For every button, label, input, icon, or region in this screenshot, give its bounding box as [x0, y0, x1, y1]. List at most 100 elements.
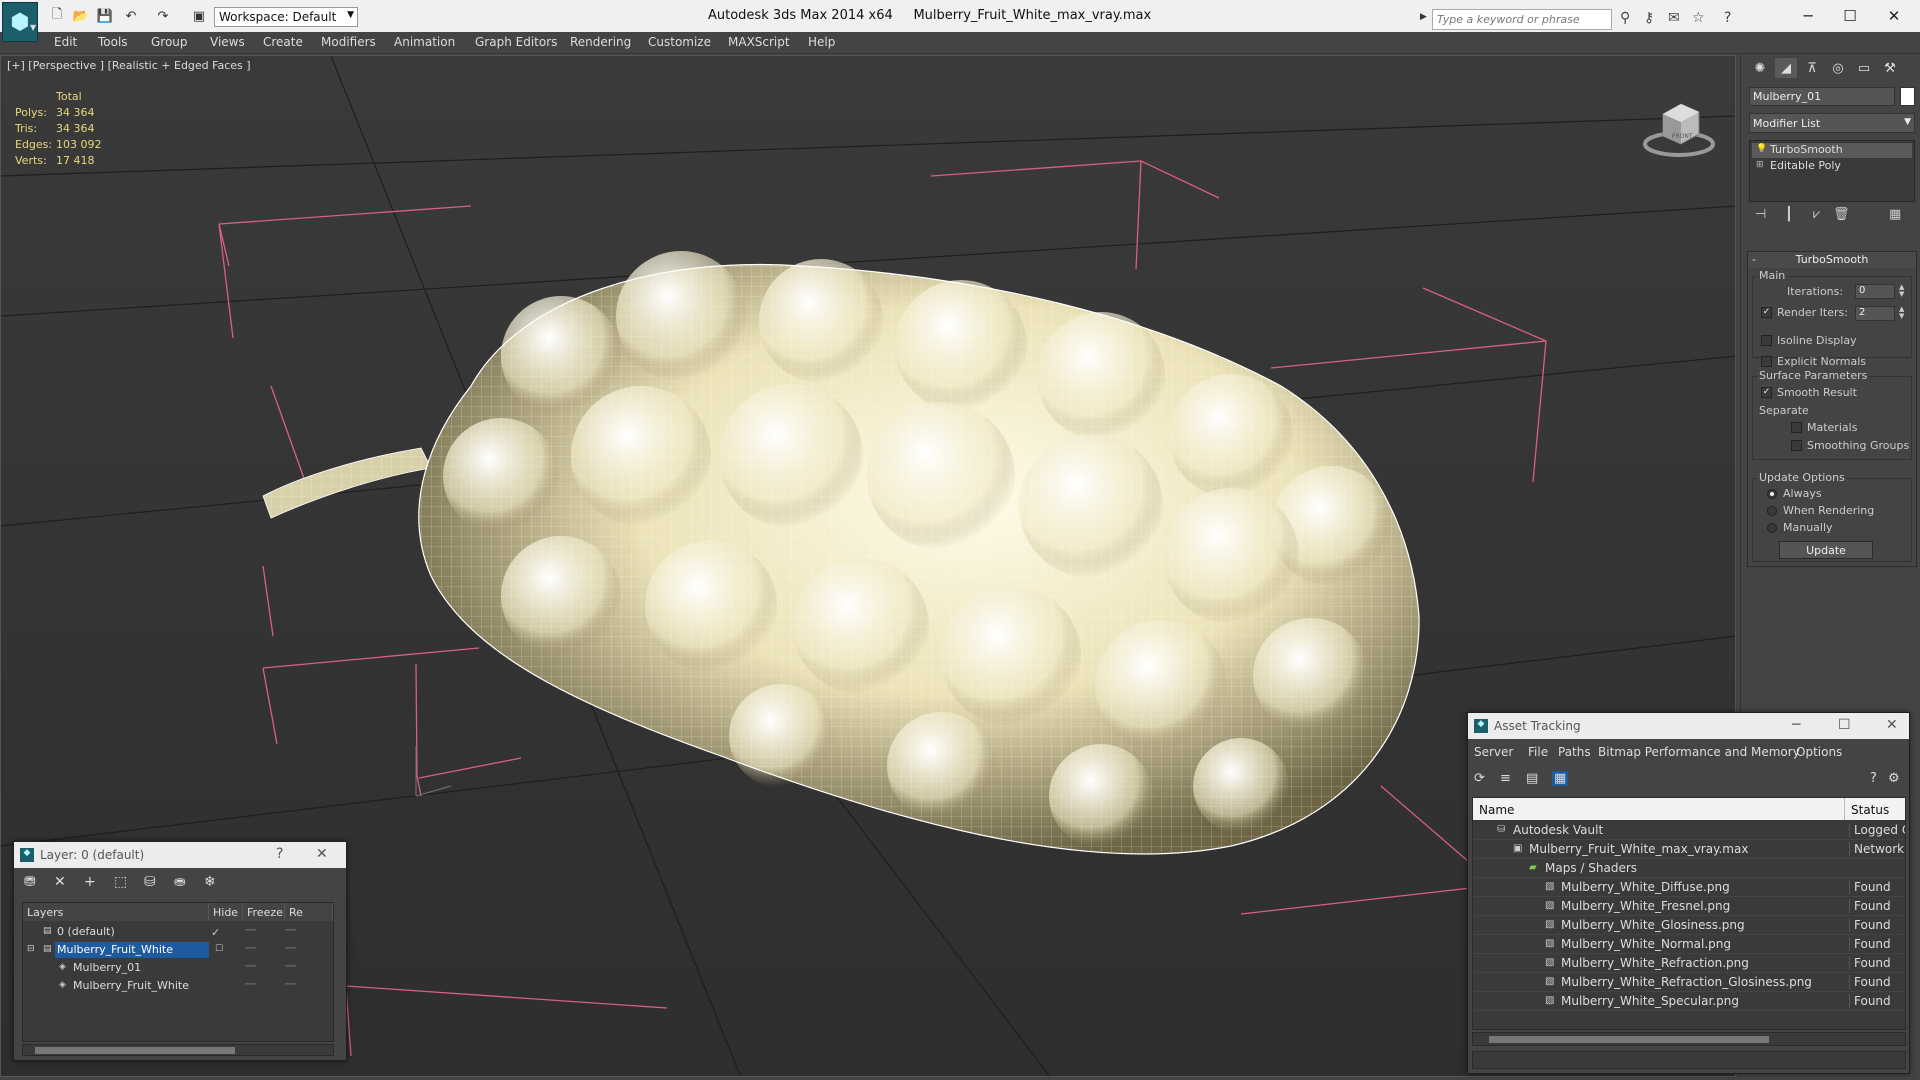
name-column-header[interactable]: Name	[1473, 798, 1845, 820]
spinner-arrows-icon[interactable]: ▲ ▼	[1899, 306, 1904, 320]
display-tab-icon[interactable]: ▭	[1853, 58, 1875, 78]
menu-help[interactable]: Help	[808, 35, 835, 49]
asset-window-titlebar[interactable]: ◆ Asset Tracking ─ ☐ ✕	[1468, 713, 1909, 739]
layer-horizontal-scrollbar[interactable]	[22, 1044, 334, 1056]
asset-row[interactable]: ▧ Mulberry_White_Glosiness.png Found	[1473, 916, 1905, 935]
refresh-icon[interactable]: ⟳	[1474, 771, 1485, 786]
freeze-all-icon[interactable]: ❄	[204, 874, 216, 890]
menu-views[interactable]: Views	[210, 35, 245, 49]
asset-minimize-button[interactable]: ─	[1792, 717, 1800, 733]
utilities-tab-icon[interactable]: ⚒	[1879, 58, 1901, 78]
key-icon[interactable]: ⚷	[1644, 10, 1654, 26]
create-layer-icon[interactable]: ⛃	[24, 874, 36, 890]
render-iters-spinner[interactable]: 2	[1855, 306, 1895, 321]
undo-icon[interactable]: ↶	[122, 8, 140, 24]
viewcube[interactable]: FRONT	[1641, 86, 1721, 166]
show-end-result-icon[interactable]: ┃	[1785, 207, 1793, 222]
list-view-icon[interactable]: ≡	[1500, 771, 1511, 786]
layer-close-button[interactable]: ✕	[316, 846, 328, 862]
thumbnail-view-icon[interactable]: ▤	[1526, 771, 1538, 786]
menu-rendering[interactable]: Rendering	[570, 35, 631, 49]
asset-row[interactable]: ▣ Mulberry_Fruit_White_max_vray.max Netw…	[1473, 840, 1905, 859]
rollout-header[interactable]: - TurboSmooth	[1748, 252, 1916, 268]
scrollbar-thumb[interactable]	[35, 1047, 235, 1054]
asset-settings-icon[interactable]: ⚙	[1888, 771, 1900, 786]
status-column-header[interactable]: Status	[1845, 798, 1905, 820]
asset-row[interactable]: ⛁ Autodesk Vault Logged Ou	[1473, 821, 1905, 840]
maximize-button[interactable]: ☐	[1830, 4, 1870, 28]
help-icon[interactable]: ?	[1724, 10, 1731, 26]
menu-customize[interactable]: Customize	[648, 35, 711, 49]
binoculars-icon[interactable]: ⚲	[1620, 10, 1630, 26]
layers-column-header[interactable]: Layers	[23, 903, 209, 921]
layer-window-titlebar[interactable]: ◆ Layer: 0 (default) ? ✕	[14, 842, 346, 868]
modify-tab-icon[interactable]: ◢	[1775, 58, 1797, 78]
search-expand-icon[interactable]: ▶	[1420, 12, 1427, 22]
collapse-minus-icon[interactable]: ⊟	[27, 944, 35, 954]
menu-graph-editors[interactable]: Graph Editors	[475, 35, 557, 49]
redo-icon[interactable]: ↷	[154, 8, 172, 24]
freeze-column-header[interactable]: Freeze	[243, 903, 285, 921]
render-column-header[interactable]: Re	[285, 903, 333, 921]
asset-horizontal-scrollbar[interactable]	[1472, 1032, 1906, 1046]
select-objects-icon[interactable]: ⬚	[114, 874, 127, 890]
spinner-arrows-icon[interactable]: ▲ ▼	[1899, 284, 1904, 298]
always-radio[interactable]	[1767, 489, 1777, 499]
menu-tools[interactable]: Tools	[98, 35, 128, 49]
pin-stack-icon[interactable]: ⊣	[1755, 207, 1766, 222]
asset-row[interactable]: ▧ Mulberry_White_Diffuse.png Found	[1473, 878, 1905, 897]
hide-column-header[interactable]: Hide	[209, 903, 243, 921]
isoline-display-checkbox[interactable]	[1761, 335, 1772, 346]
active-layer-check-icon[interactable]: ✓	[211, 926, 220, 939]
menu-modifiers[interactable]: Modifiers	[321, 35, 376, 49]
asset-menu-bitmap-performance[interactable]: Bitmap Performance and Memory	[1598, 745, 1800, 759]
asset-menu-paths[interactable]: Paths	[1558, 745, 1591, 759]
save-file-icon[interactable]: 💾	[96, 8, 114, 24]
motion-tab-icon[interactable]: ◎	[1827, 58, 1849, 78]
lightbulb-icon[interactable]: 💡	[1756, 144, 1767, 154]
stack-item-editable-poly[interactable]: ⊞ Editable Poly	[1752, 159, 1912, 174]
close-button[interactable]: ✕	[1874, 4, 1914, 28]
open-file-icon[interactable]: 📂	[72, 8, 90, 24]
layer-row[interactable]: ▤ 0 (default) ✓ ── ──	[23, 923, 333, 941]
minimize-button[interactable]: ─	[1788, 4, 1828, 28]
asset-row[interactable]: ▧ Mulberry_White_Refraction_Glosiness.pn…	[1473, 973, 1905, 992]
configure-sets-icon[interactable]: ▦	[1889, 207, 1901, 222]
menu-animation[interactable]: Animation	[394, 35, 455, 49]
menu-group[interactable]: Group	[151, 35, 188, 49]
table-view-icon[interactable]: ▦	[1552, 771, 1569, 786]
layer-row[interactable]: ◈ Mulberry_Fruit_White ── ──	[23, 977, 333, 995]
when-rendering-radio[interactable]	[1767, 506, 1777, 516]
highlight-layer-icon[interactable]: ⛁	[144, 874, 156, 890]
asset-row[interactable]: ▧ Mulberry_White_Fresnel.png Found	[1473, 897, 1905, 916]
layer-row[interactable]: ◈ Mulberry_01 ── ──	[23, 959, 333, 977]
workspace-dropdown[interactable]: Workspace: Default ▼	[214, 7, 358, 27]
communication-icon[interactable]: ✉	[1668, 10, 1680, 26]
app-menu-button[interactable]: ⬢ ▼	[2, 2, 38, 42]
explicit-normals-checkbox[interactable]	[1761, 356, 1772, 367]
project-folder-icon[interactable]: ▣	[190, 8, 208, 24]
set-active-layer-icon[interactable]: ☐	[215, 944, 223, 954]
object-name-field[interactable]: Mulberry_01	[1749, 87, 1895, 106]
smoothing-groups-checkbox[interactable]	[1791, 440, 1802, 451]
update-button[interactable]: Update	[1779, 541, 1873, 559]
layer-row[interactable]: ⊟ ▤ Mulberry_Fruit_White ☐ ── ──	[23, 941, 333, 959]
asset-menu-options[interactable]: Options	[1796, 745, 1842, 759]
asset-close-button[interactable]: ✕	[1886, 717, 1898, 733]
smooth-result-checkbox[interactable]: ✓	[1761, 387, 1772, 398]
viewport-label[interactable]: [+] [Perspective ] [Realistic + Edged Fa…	[7, 59, 251, 72]
create-tab-icon[interactable]: ✺	[1749, 58, 1771, 78]
asset-maximize-button[interactable]: ☐	[1838, 717, 1851, 733]
make-unique-icon[interactable]: ⩗	[1813, 207, 1820, 222]
object-color-swatch[interactable]	[1900, 87, 1915, 106]
new-file-icon[interactable]: 🗋	[48, 7, 66, 24]
menu-create[interactable]: Create	[263, 35, 303, 49]
materials-checkbox[interactable]	[1791, 422, 1802, 433]
favorites-icon[interactable]: ☆	[1692, 10, 1705, 26]
delete-layer-icon[interactable]: ✕	[54, 874, 66, 890]
asset-row[interactable]: ▰ Maps / Shaders	[1473, 859, 1905, 878]
asset-menu-server[interactable]: Server	[1474, 745, 1513, 759]
hide-all-icon[interactable]: ⛂	[174, 874, 186, 890]
asset-row[interactable]: ▧ Mulberry_White_Refraction.png Found	[1473, 954, 1905, 973]
asset-row[interactable]: ▧ Mulberry_White_Specular.png Found	[1473, 992, 1905, 1011]
